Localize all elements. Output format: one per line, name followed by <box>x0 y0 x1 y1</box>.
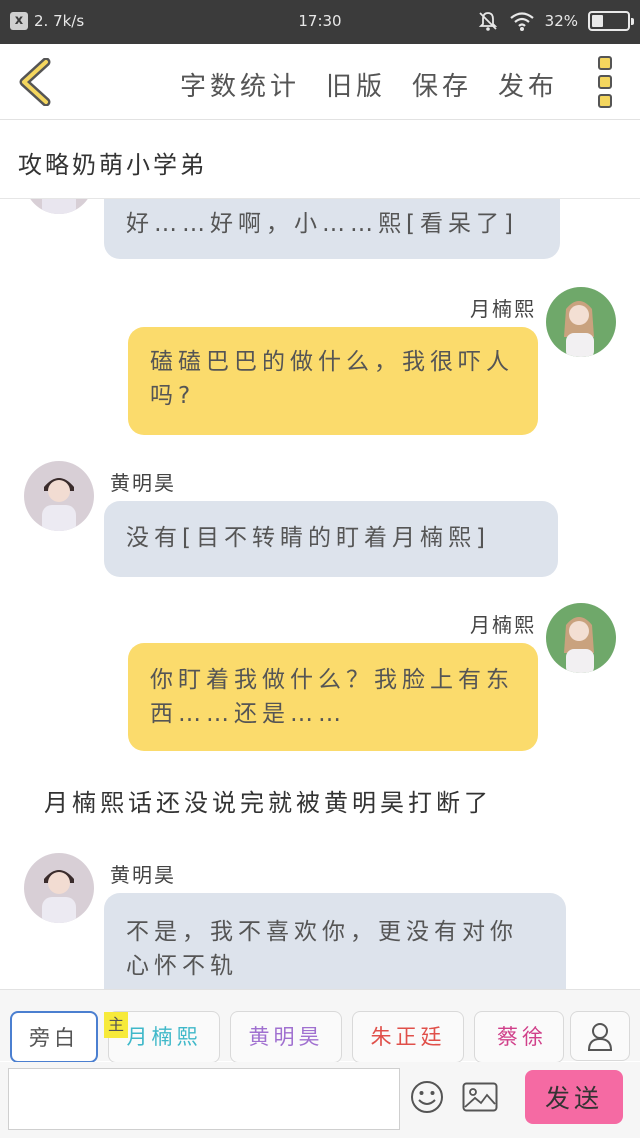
publish-button[interactable]: 发布 <box>498 66 558 103</box>
battery-percent: 32% <box>544 12 578 30</box>
save-button[interactable]: 保存 <box>412 66 472 103</box>
message-text: 没有[目不转睛的盯着月楠熙] <box>126 525 490 551</box>
message-input[interactable] <box>8 1068 400 1130</box>
avatar-yue-nanxi[interactable] <box>546 287 616 357</box>
story-title[interactable]: 攻略奶萌小学弟 <box>0 121 640 199</box>
old-version-button[interactable]: 旧版 <box>326 66 386 103</box>
wifi-icon <box>509 12 534 31</box>
message-text: 磕磕巴巴的做什么，我很吓人吗? <box>150 349 514 409</box>
character-chip-huang-minghao[interactable]: 黄明昊 <box>230 1011 342 1063</box>
emoji-icon[interactable] <box>410 1080 444 1114</box>
message-bubble[interactable]: 好……好啊，小……熙[看呆了] <box>104 199 560 259</box>
send-button[interactable]: 发送 <box>525 1070 623 1124</box>
character-chip-zhu-zhengting[interactable]: 朱正廷 <box>352 1011 464 1063</box>
message-text: 不是，我不喜欢你，更没有对你心怀不轨 <box>126 919 518 979</box>
avatar-huang-minghao[interactable] <box>24 461 94 531</box>
add-character-button[interactable] <box>570 1011 630 1061</box>
narration-text[interactable]: 月楠熙话还没说完就被黄明昊打断了 <box>44 783 492 818</box>
message-bubble[interactable]: 没有[目不转睛的盯着月楠熙] <box>104 501 558 577</box>
speaker-name: 月楠熙 <box>470 613 536 637</box>
message-bubble[interactable]: 磕磕巴巴的做什么，我很吓人吗? <box>128 327 538 435</box>
chat-area[interactable]: 好……好啊，小……熙[看呆了] 月楠熙 磕磕巴巴的做什么，我很吓人吗? 黄明昊 … <box>0 199 640 989</box>
more-vertical-icon[interactable] <box>598 56 614 108</box>
character-chip-cai-xukun[interactable]: 蔡徐坤 <box>474 1011 564 1063</box>
back-button[interactable] <box>16 57 56 107</box>
battery-fill <box>592 15 603 27</box>
toolbar-actions: 字数统计 旧版 保存 发布 <box>180 66 558 103</box>
avatar-yue-nanxi[interactable] <box>546 603 616 673</box>
battery-icon <box>588 11 634 31</box>
word-count-button[interactable]: 字数统计 <box>180 66 300 103</box>
message-bubble[interactable]: 不是，我不喜欢你，更没有对你心怀不轨 <box>104 893 566 989</box>
message-text: 你盯着我做什么？我脸上有东西……还是…… <box>150 667 514 727</box>
avatar-huang-minghao[interactable] <box>24 199 94 214</box>
editor-toolbar: 字数统计 旧版 保存 发布 <box>0 44 640 120</box>
message-bubble[interactable]: 你盯着我做什么？我脸上有东西……还是…… <box>128 643 538 751</box>
mute-bell-icon <box>478 12 497 31</box>
message-text: 好……好啊，小……熙[看呆了] <box>126 211 518 237</box>
speaker-name: 黄明昊 <box>110 471 176 495</box>
chevron-left-icon <box>19 57 51 107</box>
status-bar: x 2. 7k/s 17:30 32% <box>0 0 640 44</box>
character-chip-narrator[interactable]: 旁白 <box>10 1011 98 1063</box>
main-character-badge: 主 <box>104 1012 128 1038</box>
input-bar: 发送 <box>0 1062 640 1138</box>
status-right: 32% <box>477 10 634 32</box>
speaker-name: 月楠熙 <box>470 297 536 321</box>
user-icon <box>587 1023 613 1051</box>
image-icon[interactable] <box>462 1082 498 1112</box>
avatar-huang-minghao[interactable] <box>24 853 94 923</box>
speaker-name: 黄明昊 <box>110 863 176 887</box>
